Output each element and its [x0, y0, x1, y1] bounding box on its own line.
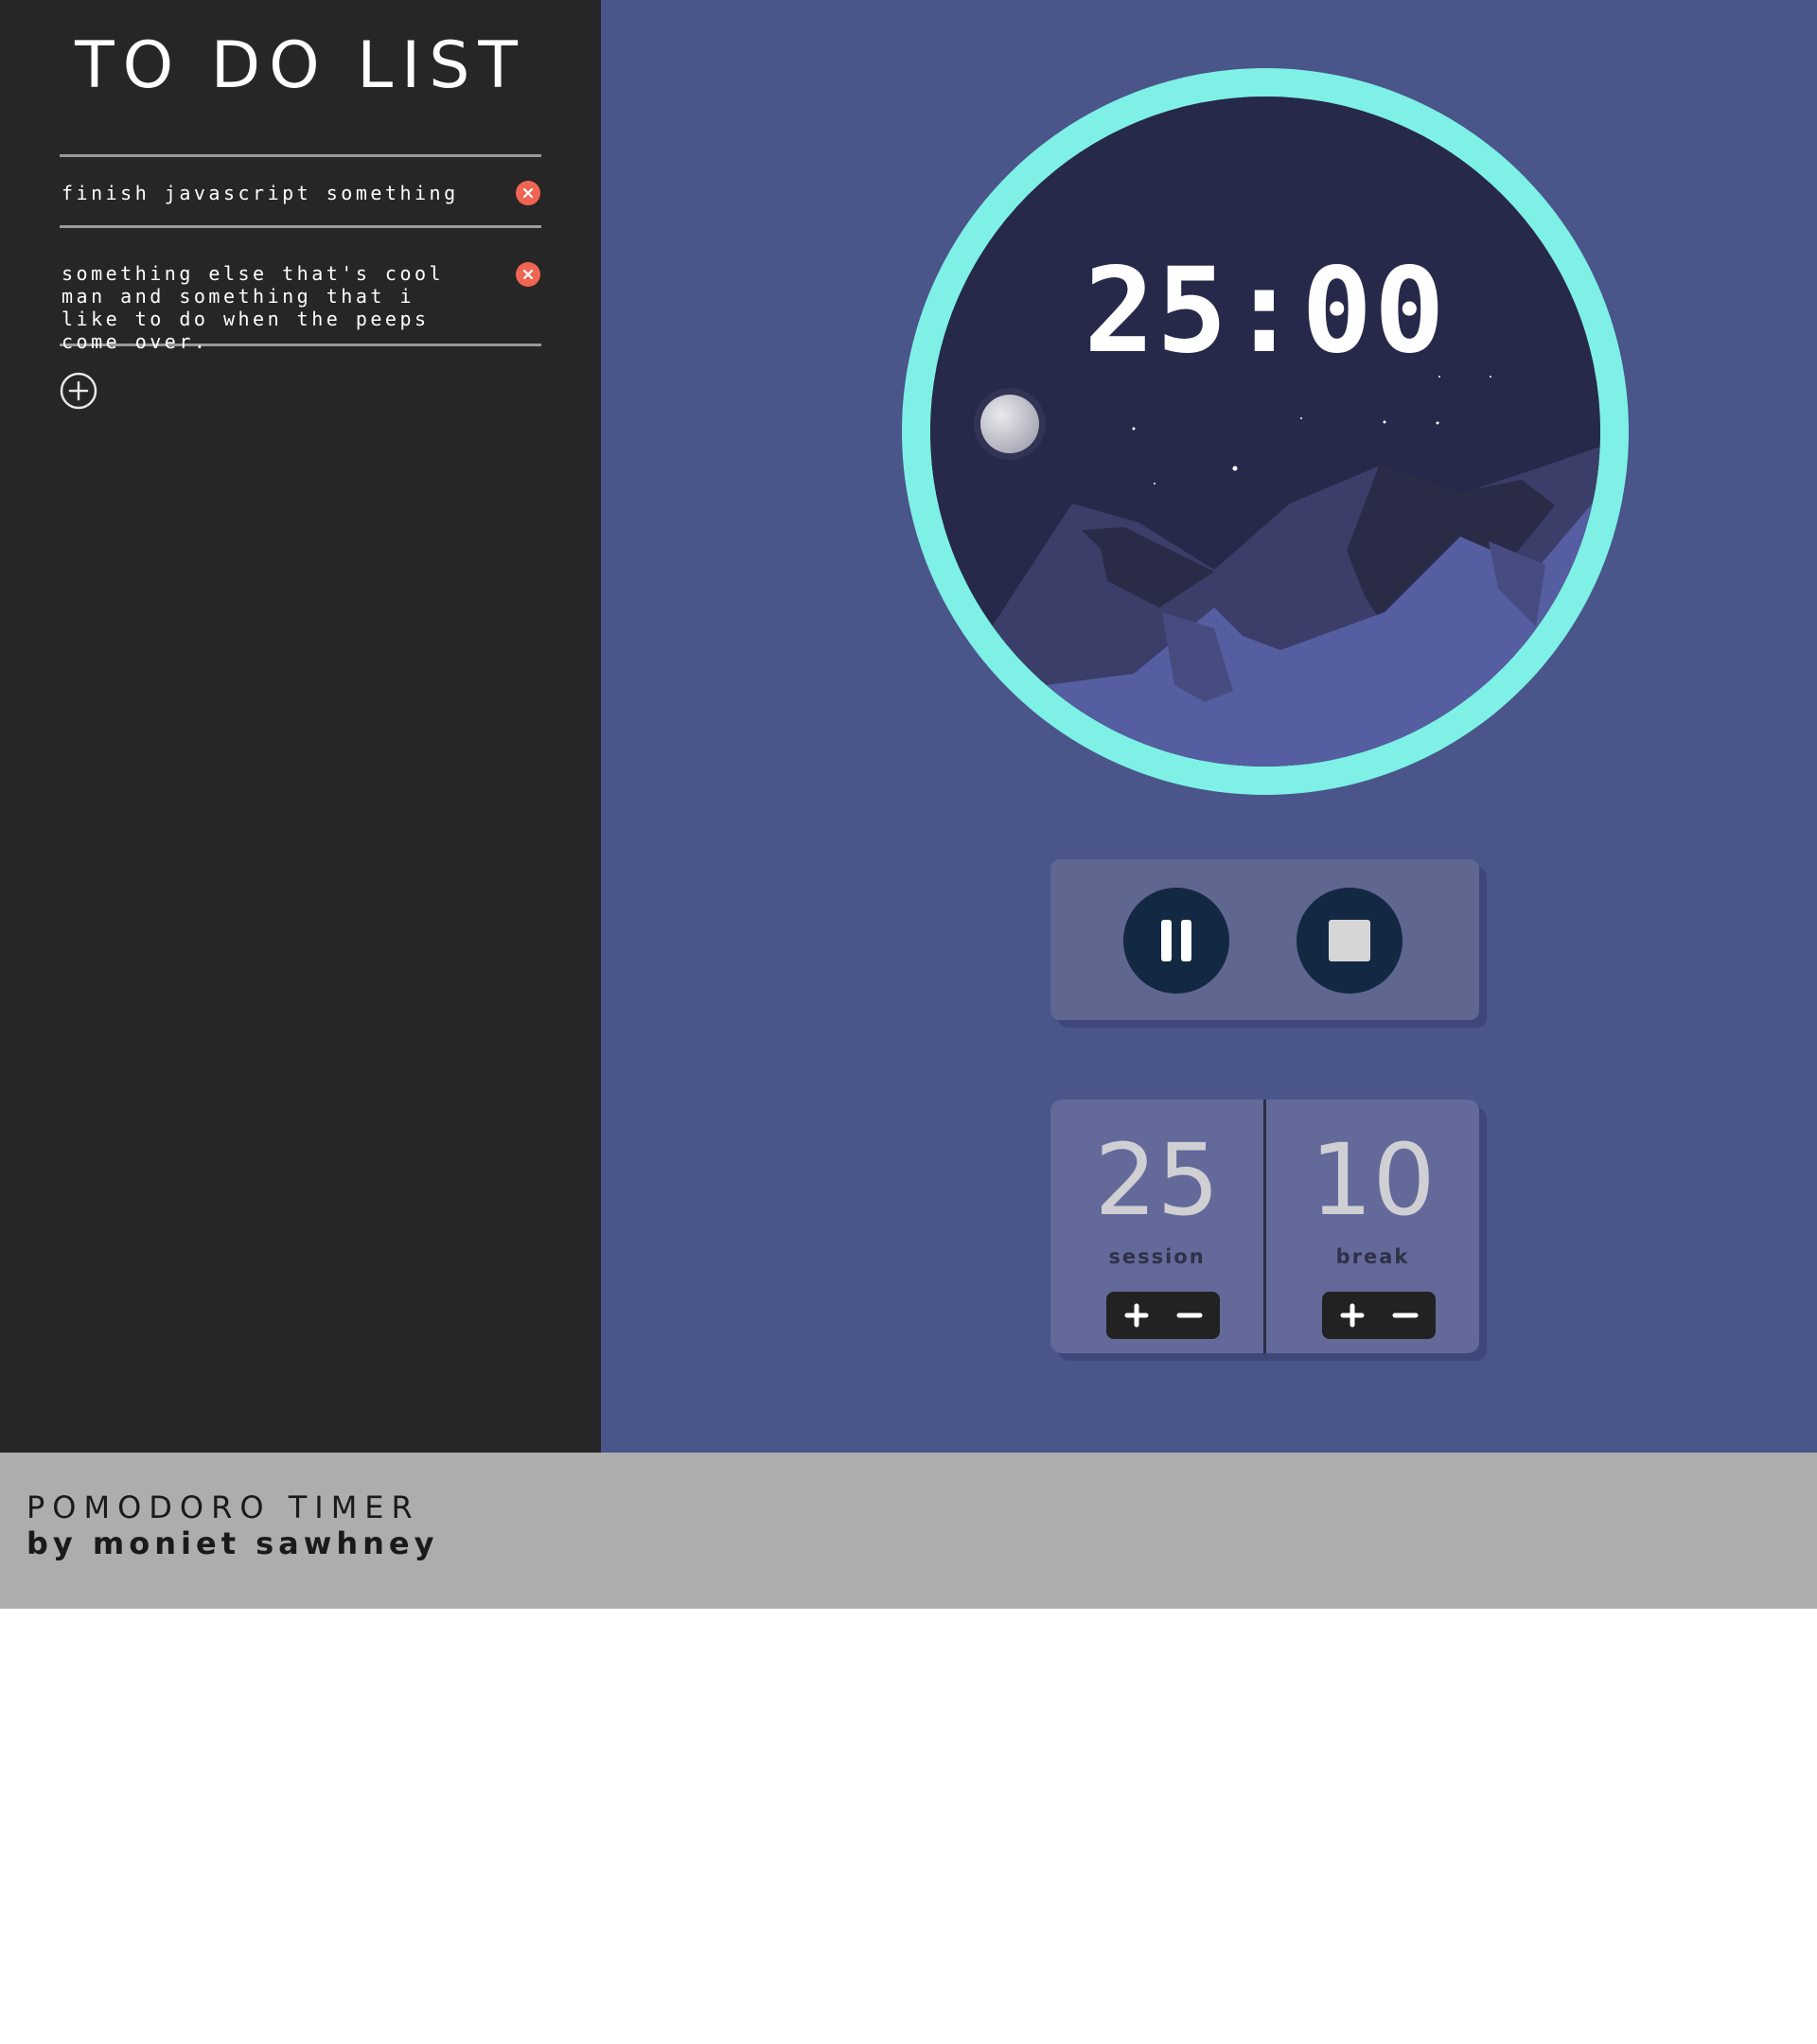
footer-author: by moniet sawhney: [26, 1525, 439, 1561]
session-value: 25: [1094, 1122, 1220, 1238]
sidebar-title: TO DO LIST: [75, 28, 526, 103]
close-icon: [522, 187, 534, 199]
break-increment-button[interactable]: [1326, 1292, 1379, 1339]
break-decrement-button[interactable]: [1379, 1292, 1432, 1339]
timer-controls: [1050, 859, 1479, 1020]
plus-icon: [1124, 1303, 1149, 1328]
timer-panel: 25:00 25 session 10 break: [601, 0, 1817, 1453]
session-decrement-button[interactable]: [1163, 1292, 1216, 1339]
break-label: break: [1335, 1245, 1410, 1268]
session-length: 25 session: [1050, 1100, 1263, 1353]
todo-text: something else that's cool man and somet…: [62, 262, 445, 353]
close-icon: [522, 269, 534, 280]
pause-button[interactable]: [1123, 888, 1229, 994]
timer-ring: 25:00: [902, 68, 1629, 795]
todo-text: finish javascript something: [62, 182, 459, 204]
plus-circle-icon: [60, 372, 97, 410]
stop-button[interactable]: [1297, 888, 1402, 994]
break-stepper: [1322, 1292, 1436, 1339]
add-todo-button[interactable]: [60, 372, 97, 410]
minus-icon: [1392, 1313, 1419, 1318]
todo-sidebar: TO DO LIST finish javascript something s…: [0, 0, 601, 1453]
session-label: session: [1108, 1245, 1206, 1268]
break-length: 10 break: [1266, 1100, 1479, 1353]
night-mountain-scene: [930, 97, 1600, 766]
break-value: 10: [1310, 1122, 1436, 1238]
delete-todo-button[interactable]: [516, 181, 540, 205]
stop-icon: [1329, 920, 1370, 961]
timer-face: 25:00: [930, 97, 1600, 766]
delete-todo-button[interactable]: [516, 262, 540, 287]
todo-item[interactable]: finish javascript something: [60, 157, 541, 228]
session-stepper: [1106, 1292, 1220, 1339]
minus-icon: [1176, 1313, 1203, 1318]
session-increment-button[interactable]: [1110, 1292, 1163, 1339]
timer-display: 25:00: [1084, 243, 1447, 379]
todo-item[interactable]: something else that's cool man and somet…: [60, 228, 541, 353]
footer-title: POMODORO TIMER: [26, 1489, 420, 1525]
pause-icon: [1161, 920, 1191, 961]
todo-list: finish javascript something something el…: [60, 154, 541, 353]
length-settings: 25 session 10 break: [1050, 1100, 1479, 1353]
footer: POMODORO TIMER by moniet sawhney: [0, 1453, 1817, 1609]
plus-icon: [1340, 1303, 1365, 1328]
